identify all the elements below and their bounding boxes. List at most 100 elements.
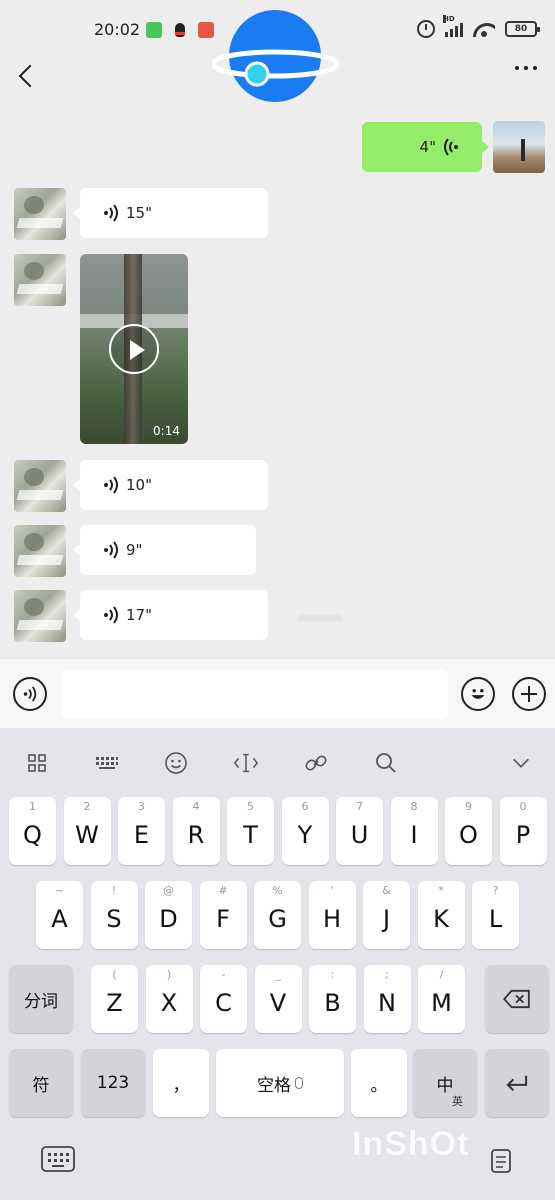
key-z[interactable]: (Z bbox=[91, 965, 138, 1033]
friend-avatar[interactable] bbox=[14, 188, 66, 240]
message-input[interactable] bbox=[62, 669, 448, 719]
key-g[interactable]: % G bbox=[254, 881, 301, 949]
key-label: A bbox=[51, 905, 68, 933]
emoji-icon[interactable] bbox=[163, 750, 189, 776]
key-hint-label: ' bbox=[330, 884, 334, 897]
keyboard-layout-icon[interactable] bbox=[94, 750, 120, 776]
key-hint-label: 3 bbox=[138, 800, 145, 813]
key-label: V bbox=[269, 989, 287, 1017]
key-hint-label: & bbox=[382, 884, 391, 897]
key-n[interactable]: ; N bbox=[363, 965, 411, 1033]
cursor-move-icon[interactable] bbox=[233, 750, 259, 776]
key-m[interactable]: / M bbox=[418, 965, 465, 1033]
key-hint-label: ~ bbox=[54, 884, 65, 897]
key-hint-label: % bbox=[272, 884, 283, 897]
friend-avatar[interactable] bbox=[14, 460, 66, 512]
key-i[interactable]: 8I bbox=[390, 797, 438, 865]
voice-message-in[interactable]: 10" bbox=[73, 460, 268, 510]
key-label: U bbox=[350, 821, 369, 849]
key-hint-label: 7 bbox=[356, 800, 363, 813]
space-key[interactable]: 空格 bbox=[216, 1049, 344, 1117]
more-options-button[interactable] bbox=[515, 66, 537, 70]
key-s[interactable]: ! S bbox=[90, 881, 138, 949]
period-key[interactable]: 。 bbox=[351, 1049, 407, 1117]
key-t[interactable]: 5T bbox=[227, 797, 274, 865]
backspace-key[interactable] bbox=[485, 965, 549, 1033]
voice-message-in[interactable]: 17" bbox=[73, 590, 268, 640]
key-label: N bbox=[378, 989, 396, 1017]
key-label: F bbox=[216, 905, 230, 933]
key-h[interactable]: ' H bbox=[308, 881, 356, 949]
key-w[interactable]: 2W bbox=[63, 797, 111, 865]
key-y[interactable]: 6Y bbox=[281, 797, 329, 865]
key-label: O bbox=[459, 821, 478, 849]
key-v[interactable]: _ V bbox=[254, 965, 302, 1033]
friend-avatar[interactable] bbox=[14, 590, 66, 642]
key-label: B bbox=[324, 989, 341, 1017]
key-hint-label: ) bbox=[166, 968, 172, 981]
back-button[interactable] bbox=[14, 62, 38, 92]
language-toggle-key[interactable]: 中英 bbox=[413, 1049, 477, 1117]
voice-message-in[interactable]: 9" bbox=[73, 525, 256, 575]
voice-wave-icon bbox=[102, 606, 120, 624]
message-list[interactable]: 4" 15" 0:14 10" 9" 17" ▭▭▭▭ bbox=[0, 110, 555, 658]
key-d[interactable]: @ D bbox=[145, 881, 192, 949]
keyboard-toolbar bbox=[0, 728, 555, 796]
key-label: Y bbox=[297, 821, 313, 849]
key-c[interactable]: -C bbox=[200, 965, 247, 1033]
collapse-keyboard-icon[interactable] bbox=[508, 750, 534, 776]
screen-recorder-overlay-icon[interactable] bbox=[212, 8, 342, 104]
number-key[interactable]: 123 bbox=[81, 1049, 145, 1117]
emoji-button[interactable] bbox=[461, 677, 495, 711]
switch-keyboard-icon[interactable] bbox=[40, 1144, 76, 1174]
key-a[interactable]: ~ A bbox=[36, 881, 83, 949]
plus-button[interactable] bbox=[512, 677, 546, 711]
link-icon[interactable] bbox=[303, 750, 329, 776]
alarm-icon bbox=[417, 20, 435, 38]
clipboard-icon[interactable] bbox=[486, 1144, 518, 1176]
key-q[interactable]: 1Q bbox=[9, 797, 56, 865]
key-k[interactable]: * K bbox=[417, 881, 465, 949]
key-e[interactable]: 3E bbox=[118, 797, 165, 865]
key-o[interactable]: 9O bbox=[445, 797, 492, 865]
friend-avatar[interactable] bbox=[14, 254, 66, 306]
key-label: W bbox=[75, 821, 99, 849]
mic-icon bbox=[295, 1077, 303, 1089]
friend-avatar[interactable] bbox=[14, 525, 66, 577]
voice-message-in[interactable]: 15" bbox=[73, 188, 268, 238]
key-p[interactable]: 0P bbox=[499, 797, 547, 865]
status-time: 20:02 bbox=[94, 20, 141, 39]
key-j[interactable]: & J bbox=[363, 881, 410, 949]
grid-menu-icon[interactable] bbox=[24, 750, 50, 776]
my-avatar[interactable] bbox=[493, 121, 545, 173]
key-u[interactable]: 7U bbox=[336, 797, 383, 865]
voice-message-out[interactable]: 4" bbox=[362, 122, 489, 172]
search-icon[interactable] bbox=[373, 750, 399, 776]
backspace-icon bbox=[503, 989, 530, 1009]
key-r[interactable]: 4R bbox=[172, 797, 220, 865]
status-indicators: HD 80 bbox=[417, 15, 540, 38]
key-hint-label: ; bbox=[385, 968, 389, 981]
key-label: ， bbox=[172, 1075, 190, 1096]
symbol-key[interactable]: 符 bbox=[9, 1049, 73, 1117]
voice-input-button[interactable] bbox=[13, 677, 47, 711]
enter-key[interactable] bbox=[485, 1049, 549, 1117]
play-icon[interactable] bbox=[109, 324, 159, 374]
key-label: 分词 bbox=[24, 991, 58, 1012]
key-label: T bbox=[243, 821, 258, 849]
key-x[interactable]: ) X bbox=[145, 965, 193, 1033]
key-hint-label: 9 bbox=[465, 800, 472, 813]
voice-wave-icon bbox=[102, 476, 120, 494]
key-hint-label: 4 bbox=[192, 800, 200, 813]
video-message[interactable]: 0:14 bbox=[80, 254, 188, 444]
key-hint-label: _ bbox=[275, 968, 281, 981]
key-hint-label: : bbox=[330, 968, 335, 981]
key-label: P bbox=[515, 821, 531, 849]
key-l[interactable]: ? L bbox=[472, 881, 519, 949]
segment-key[interactable]: 分词 bbox=[9, 965, 73, 1033]
keyboard-bottom-bar bbox=[0, 1130, 555, 1200]
key-b[interactable]: :B bbox=[309, 965, 356, 1033]
key-f[interactable]: # F bbox=[199, 881, 247, 949]
battery-level: 80 bbox=[514, 24, 528, 34]
comma-key[interactable]: ， bbox=[153, 1049, 209, 1117]
